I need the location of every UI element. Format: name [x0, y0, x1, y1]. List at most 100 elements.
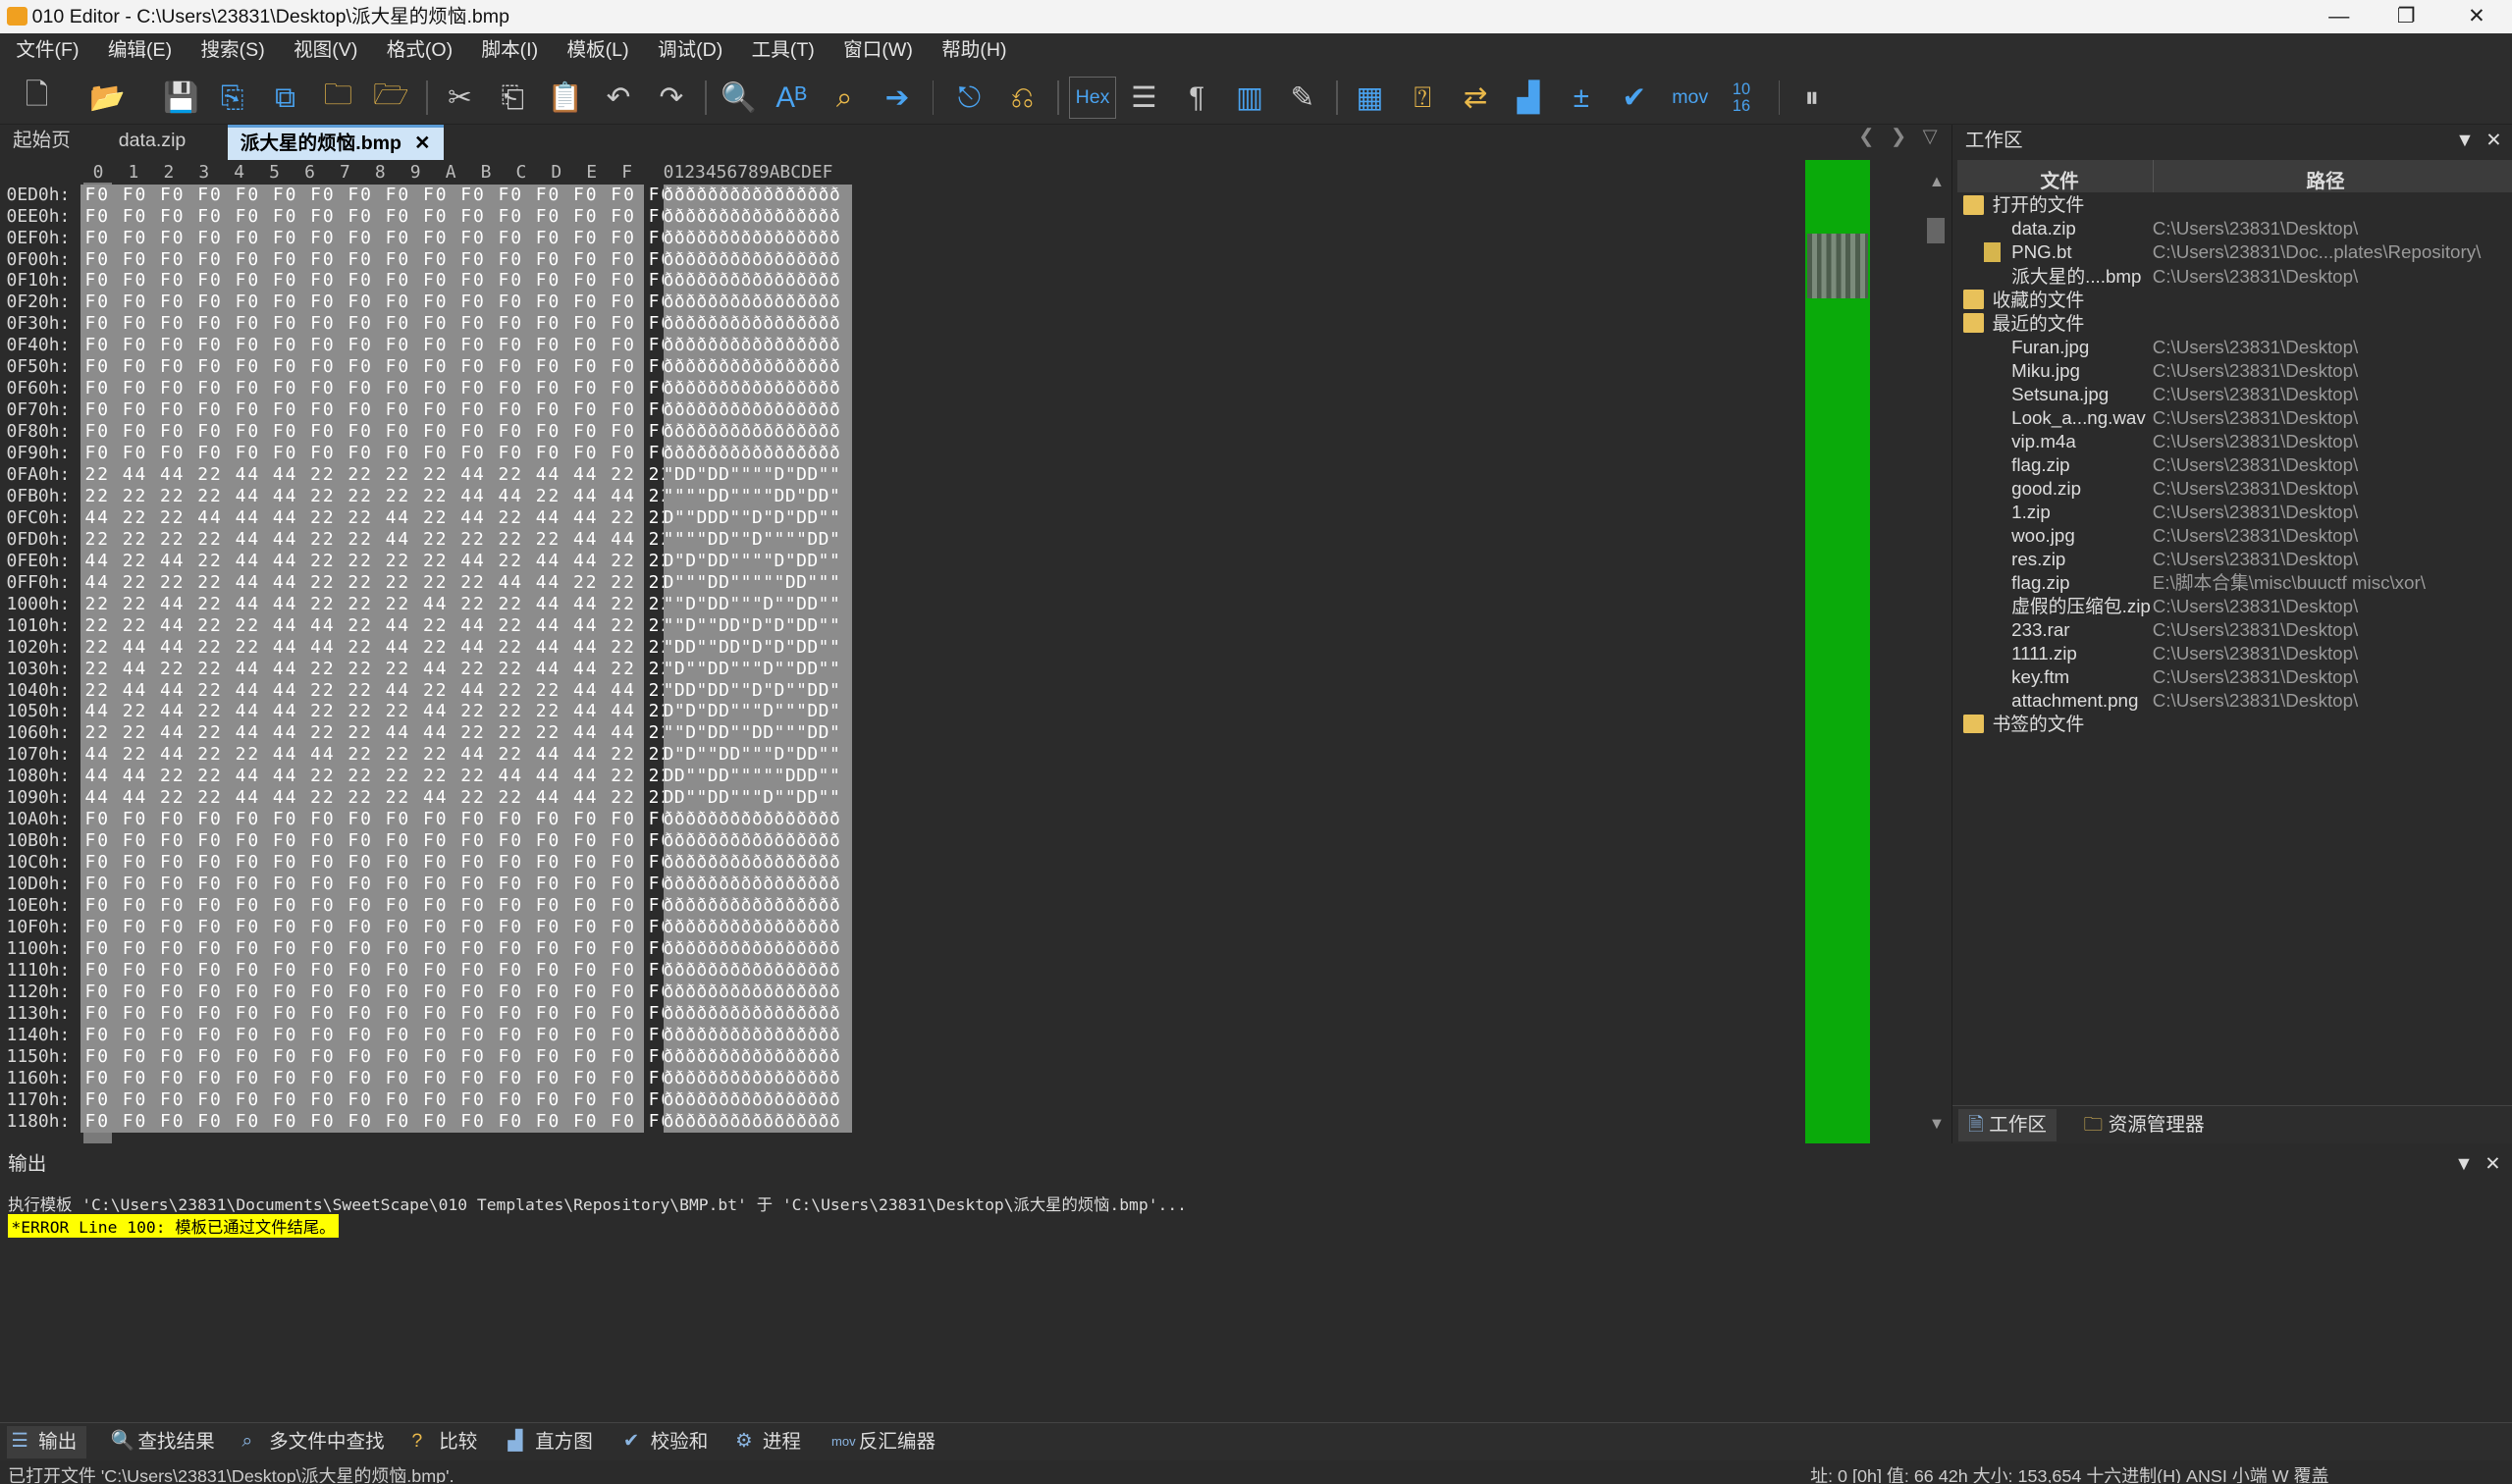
row-bytes[interactable]: 22 22 22 22 44 44 22 22 22 22 44 44 22 4… [80, 485, 671, 507]
disassembler-button[interactable]: mov [1666, 77, 1714, 118]
hex-scrollbar[interactable]: ▲ ▼ [1922, 160, 1951, 1144]
row-bytes[interactable]: 22 22 44 22 44 44 22 22 22 44 22 22 44 4… [80, 593, 671, 615]
scroll-up-icon[interactable]: ▲ [1929, 173, 1945, 191]
tab-prev-icon[interactable]: ❮ [1858, 126, 1874, 147]
hex-row[interactable]: 0FD0h: 22 22 22 22 44 44 22 22 44 22 22 2… [0, 528, 865, 551]
run-script-icon[interactable]: ⎋ [948, 77, 989, 118]
hex-row[interactable]: 0FC0h: 44 22 22 44 44 44 22 22 44 22 44 2… [0, 506, 865, 529]
hex-row[interactable]: 0ED0h: F0 F0 F0 F0 F0 F0 F0 F0 F0 F0 F0 F… [0, 184, 865, 206]
text-mode-icon[interactable]: ☰ [1123, 77, 1164, 118]
tab-output[interactable]: ☰ 输出 [6, 1426, 87, 1459]
goto-icon[interactable]: ➔ [877, 77, 918, 118]
hex-mode-button[interactable]: Hex [1068, 77, 1117, 119]
hex-row[interactable]: 0FB0h: 22 22 22 22 44 44 22 22 22 22 44 4… [0, 485, 865, 507]
menu-format[interactable]: 格式(O) [370, 33, 453, 67]
row-bytes[interactable]: F0 F0 F0 F0 F0 F0 F0 F0 F0 F0 F0 F0 F0 F… [80, 874, 671, 896]
row-bytes[interactable]: F0 F0 F0 F0 F0 F0 F0 F0 F0 F0 F0 F0 F0 F… [80, 378, 671, 400]
hex-row[interactable]: 0F60h: F0 F0 F0 F0 F0 F0 F0 F0 F0 F0 F0 F… [0, 378, 865, 400]
hex-row[interactable]: 0F20h: F0 F0 F0 F0 F0 F0 F0 F0 F0 F0 F0 F… [0, 292, 865, 314]
row-bytes[interactable]: F0 F0 F0 F0 F0 F0 F0 F0 F0 F0 F0 F0 F0 F… [80, 937, 671, 960]
tab-compare[interactable]: ? 比较 [407, 1426, 477, 1458]
row-ascii[interactable]: ðððððððððððððððð [663, 852, 853, 874]
hex-row[interactable]: 0F50h: F0 F0 F0 F0 F0 F0 F0 F0 F0 F0 F0 F… [0, 356, 865, 379]
workspace-file[interactable]: good.zip C:\Users\23831\Desktop\ [1952, 477, 2512, 501]
tab-checksum[interactable]: ✔ 校验和 [618, 1426, 708, 1458]
row-bytes[interactable]: 44 22 44 22 44 44 22 22 22 22 44 22 44 4… [80, 550, 671, 572]
row-ascii[interactable]: ðððððððððððððððð [663, 313, 853, 336]
menu-view[interactable]: 视图(V) [278, 33, 357, 67]
row-bytes[interactable]: 22 22 44 22 22 44 44 22 44 22 44 22 44 4… [80, 614, 671, 637]
hex-row[interactable]: 10C0h: F0 F0 F0 F0 F0 F0 F0 F0 F0 F0 F0 F… [0, 852, 865, 874]
row-ascii[interactable]: ðððððððððððððððð [663, 1067, 853, 1089]
replace-icon[interactable]: Aᴮ [771, 77, 812, 118]
new-file-icon[interactable]: 🗋 [16, 77, 57, 118]
hex-row[interactable]: 0F30h: F0 F0 F0 F0 F0 F0 F0 F0 F0 F0 F0 F… [0, 313, 865, 336]
workspace-file[interactable]: 派大星的....bmp C:\Users\23831\Desktop\ [1952, 265, 2512, 289]
row-ascii[interactable]: ðððððððððððððððð [663, 937, 853, 960]
workspace-group[interactable]: 书签的文件 [1952, 713, 2512, 736]
row-ascii[interactable]: ðððððððððððððððð [663, 980, 853, 1003]
hex-row[interactable]: 1080h: 44 44 22 22 44 44 22 22 22 22 22 4… [0, 766, 865, 788]
row-bytes[interactable]: F0 F0 F0 F0 F0 F0 F0 F0 F0 F0 F0 F0 F0 F… [80, 205, 671, 228]
tab-histogram[interactable]: ▟ 直方图 [503, 1426, 592, 1458]
row-ascii[interactable]: "DD"DD""D"D""DD" [663, 679, 853, 702]
hex-row[interactable]: 1130h: F0 F0 F0 F0 F0 F0 F0 F0 F0 F0 F0 F… [0, 1002, 865, 1025]
hex-row[interactable]: 1070h: 44 22 44 22 22 44 44 22 22 22 44 2… [0, 744, 865, 767]
show-whitespace-icon[interactable]: ¶ [1176, 77, 1217, 118]
tab-list-icon[interactable]: ▽ [1923, 126, 1938, 147]
row-bytes[interactable]: F0 F0 F0 F0 F0 F0 F0 F0 F0 F0 F0 F0 F0 F… [80, 335, 671, 357]
scroll-down-icon[interactable]: ▼ [1929, 1115, 1945, 1134]
hex-row[interactable]: 0F40h: F0 F0 F0 F0 F0 F0 F0 F0 F0 F0 F0 F… [0, 335, 865, 357]
hex-row[interactable]: 10D0h: F0 F0 F0 F0 F0 F0 F0 F0 F0 F0 F0 F… [0, 874, 865, 896]
row-ascii[interactable]: "DD"DD""""D"DD"" [663, 464, 853, 487]
workspace-file[interactable]: flag.zip E:\脚本合集\misc\buuctf misc\xor\ [1952, 571, 2512, 595]
columns-icon[interactable]: ▥ [1229, 77, 1270, 118]
workspace-file[interactable]: Setsuna.jpg C:\Users\23831\Desktop\ [1952, 383, 2512, 406]
workspace-group[interactable]: 打开的文件 [1952, 193, 2512, 217]
menu-search[interactable]: 搜索(S) [185, 33, 264, 67]
row-bytes[interactable]: 44 44 22 22 44 44 22 22 22 44 22 22 44 4… [80, 787, 671, 810]
run-template-icon[interactable]: ⎌ [1001, 77, 1042, 118]
row-bytes[interactable]: F0 F0 F0 F0 F0 F0 F0 F0 F0 F0 F0 F0 F0 F… [80, 1002, 671, 1025]
row-bytes[interactable]: 22 44 44 22 22 44 44 22 44 22 44 22 44 4… [80, 636, 671, 659]
menu-file[interactable]: 文件(F) [0, 33, 79, 67]
find-icon[interactable]: 🔍 [718, 77, 759, 118]
row-ascii[interactable]: ðððððððððððððððð [663, 1002, 853, 1025]
hex-row[interactable]: 1140h: F0 F0 F0 F0 F0 F0 F0 F0 F0 F0 F0 F… [0, 1024, 865, 1046]
tab-workspace[interactable]: 🗎 工作区 [1958, 1109, 2057, 1141]
output-panel[interactable]: 执行模板 'C:\Users\23831\Documents\SweetScap… [0, 1182, 2512, 1419]
cut-icon[interactable]: ✂ [439, 77, 480, 118]
hex-row[interactable]: 1010h: 22 22 44 22 22 44 44 22 44 22 44 2… [0, 614, 865, 637]
row-bytes[interactable]: F0 F0 F0 F0 F0 F0 F0 F0 F0 F0 F0 F0 F0 F… [80, 227, 671, 249]
row-ascii[interactable]: D"D"DD"""D"""DD" [663, 701, 853, 723]
maximize-button[interactable]: ❐ [2371, 0, 2441, 33]
output-close-icon[interactable]: ✕ [2485, 1147, 2500, 1183]
row-ascii[interactable]: ðððððððððððððððð [663, 959, 853, 981]
tab-process[interactable]: ⚙ 进程 [730, 1426, 801, 1458]
find-in-files-icon[interactable]: ⌕ [824, 77, 865, 118]
row-bytes[interactable]: F0 F0 F0 F0 F0 F0 F0 F0 F0 F0 F0 F0 F0 F… [80, 809, 671, 831]
row-ascii[interactable]: """"DD""D""""DD" [663, 528, 853, 551]
tab-close-icon[interactable]: ✕ [414, 132, 430, 154]
row-bytes[interactable]: 22 22 22 22 44 44 22 22 44 22 22 22 22 4… [80, 528, 671, 551]
row-bytes[interactable]: F0 F0 F0 F0 F0 F0 F0 F0 F0 F0 F0 F0 F0 F… [80, 292, 671, 314]
workspace-file[interactable]: 1111.zip C:\Users\23831\Desktop\ [1952, 642, 2512, 665]
save-icon[interactable]: 💾 [160, 77, 201, 118]
row-ascii[interactable]: ðððððððððððððððð [663, 895, 853, 918]
save-all-icon[interactable]: ⧉ [264, 77, 305, 118]
tab-explorer[interactable]: 🗀 资源管理器 [2074, 1109, 2215, 1141]
row-ascii[interactable]: ðððððððððððððððð [663, 1088, 853, 1111]
hex-row[interactable]: 0F90h: F0 F0 F0 F0 F0 F0 F0 F0 F0 F0 F0 F… [0, 443, 865, 465]
row-ascii[interactable]: ðððððððððððððððð [663, 1110, 853, 1133]
row-ascii[interactable]: "D""DD"""D""DD"" [663, 658, 853, 680]
close-file-icon[interactable]: 🗁 [370, 77, 411, 118]
row-ascii[interactable]: ðððððððððððððððð [663, 335, 853, 357]
row-bytes[interactable]: F0 F0 F0 F0 F0 F0 F0 F0 F0 F0 F0 F0 F0 F… [80, 184, 671, 206]
row-bytes[interactable]: 44 44 22 22 44 44 22 22 22 22 22 44 44 4… [80, 766, 671, 788]
menu-debug[interactable]: 调试(D) [642, 33, 722, 67]
workspace-file[interactable]: Look_a...ng.wav C:\Users\23831\Desktop\ [1952, 406, 2512, 430]
row-bytes[interactable]: F0 F0 F0 F0 F0 F0 F0 F0 F0 F0 F0 F0 F0 F… [80, 1024, 671, 1046]
row-bytes[interactable]: 22 44 22 22 44 44 22 22 22 44 22 22 44 4… [80, 658, 671, 680]
hex-row[interactable]: 1020h: 22 44 44 22 22 44 44 22 44 22 44 2… [0, 636, 865, 659]
hex-row[interactable]: 1150h: F0 F0 F0 F0 F0 F0 F0 F0 F0 F0 F0 F… [0, 1045, 865, 1068]
